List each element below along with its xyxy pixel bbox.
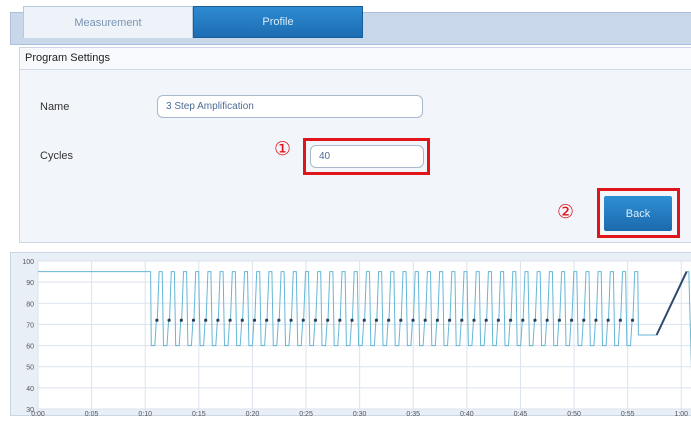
acquisition-point [435,318,440,322]
acquisition-point [448,318,452,322]
acquisition-point [594,318,598,322]
x-tick-label: 0:20 [246,411,260,417]
y-tick-label: 100 [22,259,34,266]
acquisition-point [374,318,379,322]
acquisition-point [338,318,342,322]
acquisition-point [606,318,610,322]
acquisition-point [545,318,549,322]
acquisition-point [630,318,635,322]
acquisition-point [460,318,464,322]
acquisition-point [411,318,415,322]
acquisition-point [155,318,159,322]
acquisition-point [204,318,208,322]
acquisition-point [240,318,244,322]
chart-svg: 100908070605040300:00 0:05 0:10 0:15 0:20 0:2… [22,259,691,418]
step-1-marker: ① [274,138,292,160]
y-tick-label: 80 [26,301,34,308]
acquisition-point [508,318,513,322]
panel-title: Program Settings [20,48,691,70]
y-tick-label: 40 [26,386,34,393]
acquisition-point [484,318,488,322]
x-tick-label: 0:30 [353,411,367,417]
plot-area [37,260,691,410]
x-tick-label: 0:50 [567,411,581,417]
x-tick-label: 0:40 [460,411,474,417]
y-tick-label: 90 [26,280,34,287]
acquisition-point [191,318,196,322]
acquisition-point [618,318,622,322]
acquisition-point [326,318,330,322]
acquisition-point [399,318,403,322]
acquisition-point [277,318,281,322]
acquisition-point [582,318,586,322]
acquisition-point [216,318,220,322]
acquisition-point [313,318,318,322]
x-tick-label: 0:10 [138,411,152,417]
acquisition-point [179,318,183,322]
name-label: Name [40,101,70,113]
acquisition-point [228,318,232,322]
cycles-label: Cycles [40,150,74,162]
x-tick-label: 0:45 [514,411,528,417]
back-highlight-box [597,188,680,238]
name-field[interactable] [157,95,423,118]
cycles-highlight-box [303,138,430,175]
y-tick-label: 50 [26,365,34,372]
acquisition-point [350,318,354,322]
x-tick-label: 0:35 [406,411,420,417]
temperature-profile-chart: 100 90 80 70 60 50 40 30 0:00 0:05 0:10 0:15 0:20 0:2… [10,252,691,418]
x-tick-label: 0:25 [299,411,313,417]
x-tick-label: 0:05 [85,411,99,417]
acquisition-point [521,318,525,322]
acquisition-point [167,318,171,322]
tab-profile[interactable]: Profile [193,6,363,38]
acquisition-point [301,318,305,322]
x-tick-label: 0:55 [621,411,635,417]
acquisition-point [557,318,561,322]
acquisition-point [496,318,500,322]
y-tick-label: 70 [26,322,34,329]
acquisition-point [289,318,293,322]
acquisition-point [423,318,427,322]
acquisition-point [533,318,537,322]
acquisition-point [265,318,269,322]
x-tick-label: 0:00 [31,411,45,417]
acquisition-point [362,318,366,322]
step-2-marker: ② [557,201,575,223]
y-tick-label: 60 [26,344,34,351]
x-tick-label: 1:00 [674,411,688,417]
tab-measurement[interactable]: Measurement [23,6,193,38]
acquisition-point [252,318,257,322]
acquisition-point [387,318,391,322]
acquisition-point [472,318,476,322]
x-tick-label: 0:15 [192,411,206,417]
acquisition-point [569,318,574,322]
